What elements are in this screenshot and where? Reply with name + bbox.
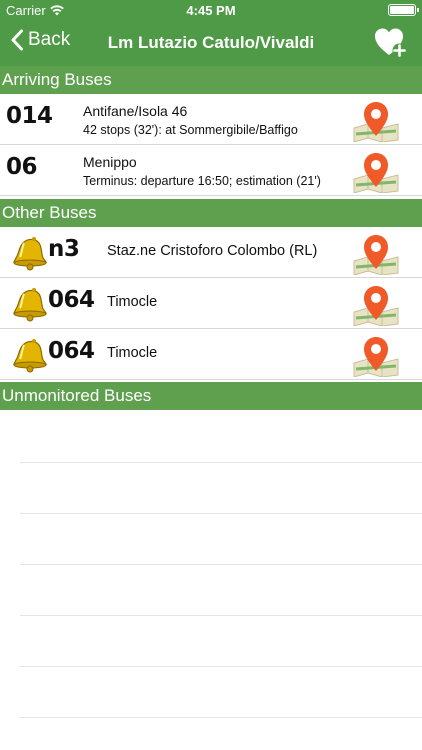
bus-destination: Timocle	[107, 345, 158, 361]
table-separator	[20, 513, 422, 514]
bus-line-code: 064	[48, 287, 95, 313]
status-time: 4:45 PM	[186, 3, 236, 18]
bus-line-code: n3	[48, 236, 80, 262]
map-pin-icon[interactable]	[352, 333, 400, 377]
bus-destination: Staz.ne Cristoforo Colombo (RL)	[107, 243, 318, 259]
other-bus-row[interactable]: 064 Timocle	[0, 330, 422, 380]
battery-icon	[388, 4, 419, 16]
navigation-bar: Back Lm Lutazio Catulo/Vivaldi	[0, 20, 422, 66]
bus-arrival-info: Terminus: departure 16:50; estimation (2…	[83, 174, 321, 188]
table-separator	[20, 462, 422, 463]
arriving-bus-row[interactable]: 06 Menippo Terminus: departure 16:50; es…	[0, 146, 422, 196]
back-button[interactable]: Back	[10, 29, 70, 51]
table-separator	[20, 564, 422, 565]
map-pin-icon[interactable]	[352, 149, 400, 193]
map-pin-icon[interactable]	[352, 98, 400, 142]
bus-destination: Timocle	[107, 294, 158, 310]
bus-line-code: 06	[6, 154, 38, 180]
bell-icon[interactable]	[10, 285, 48, 323]
other-bus-row[interactable]: n3 Staz.ne Cristoforo Colombo (RL)	[0, 228, 422, 278]
table-separator	[20, 717, 422, 718]
section-header-unmonitored: Unmonitored Buses	[0, 382, 422, 410]
section-header-arriving: Arriving Buses	[0, 66, 422, 94]
bus-line-code: 014	[6, 103, 53, 129]
page-title: Lm Lutazio Catulo/Vivaldi	[107, 33, 315, 52]
arriving-bus-row[interactable]: 014 Antifane/Isola 46 42 stops (32'): at…	[0, 95, 422, 145]
back-button-label: Back	[28, 29, 71, 50]
status-bar: Carrier 4:45 PM	[0, 0, 422, 20]
bus-line-code: 064	[48, 338, 95, 364]
bus-destination: Menippo	[83, 154, 137, 170]
table-separator	[20, 615, 422, 616]
table-separator	[20, 666, 422, 667]
bus-arrival-info: 42 stops (32'): at Sommergibile/Baffigo	[83, 123, 298, 137]
map-pin-icon[interactable]	[352, 231, 400, 275]
bell-icon[interactable]	[10, 234, 48, 272]
back-chevron-icon	[11, 29, 23, 51]
other-bus-row[interactable]: 064 Timocle	[0, 279, 422, 329]
bus-destination: Antifane/Isola 46	[83, 103, 188, 119]
map-pin-icon[interactable]	[352, 282, 400, 326]
favorite-add-icon[interactable]	[374, 27, 408, 59]
section-header-other: Other Buses	[0, 199, 422, 227]
bell-icon[interactable]	[10, 336, 48, 374]
